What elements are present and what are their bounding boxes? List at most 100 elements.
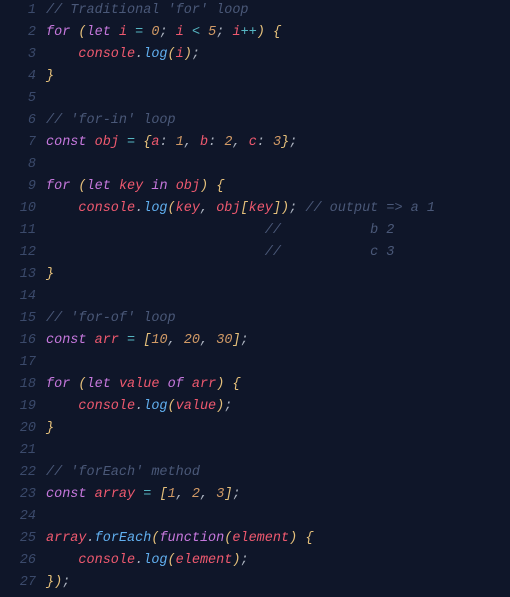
token-yellow: [	[159, 487, 167, 502]
token-op: =	[127, 333, 135, 348]
token-keyword: of	[168, 377, 184, 392]
token-yellow: (	[168, 553, 176, 568]
token-punct: :	[159, 135, 167, 150]
code-line: for (let key in obj) {	[46, 176, 510, 198]
token-punct	[184, 25, 192, 40]
token-punct	[87, 333, 95, 348]
token-keyword: const	[46, 487, 87, 502]
token-ident: arr	[95, 333, 119, 348]
token-punct: ,	[168, 333, 176, 348]
token-keyword: for	[46, 377, 70, 392]
token-num: 0	[151, 25, 159, 40]
token-ident: key	[176, 201, 200, 216]
line-number: 11	[0, 220, 36, 242]
token-punct	[119, 333, 127, 348]
token-func: log	[143, 47, 167, 62]
code-line: const obj = {a: 1, b: 2, c: 3};	[46, 132, 510, 154]
token-ident: i	[232, 25, 240, 40]
line-number: 7	[0, 132, 36, 154]
line-number: 13	[0, 264, 36, 286]
token-op: <	[192, 25, 200, 40]
line-number: 9	[0, 176, 36, 198]
token-punct	[168, 179, 176, 194]
token-ident: console	[78, 47, 135, 62]
token-comment: // 'for-of' loop	[46, 311, 176, 326]
token-punct	[192, 135, 200, 150]
line-number: 3	[0, 44, 36, 66]
token-punct	[265, 135, 273, 150]
code-line: });	[46, 572, 510, 594]
token-yellow: ]	[273, 201, 281, 216]
token-punct	[46, 245, 265, 260]
line-number: 6	[0, 110, 36, 132]
code-line: // 'forEach' method	[46, 462, 510, 484]
token-num: 20	[184, 333, 200, 348]
line-number: 16	[0, 330, 36, 352]
token-num: 3	[273, 135, 281, 150]
token-punct: ,	[176, 487, 184, 502]
token-yellow: }	[46, 69, 54, 84]
token-yellow: [	[241, 201, 249, 216]
token-ident: console	[78, 399, 135, 414]
token-yellow: (	[78, 377, 86, 392]
token-yellow: (	[168, 399, 176, 414]
token-ident: value	[119, 377, 160, 392]
token-punct	[208, 201, 216, 216]
code-line: for (let value of arr) {	[46, 374, 510, 396]
token-yellow: }	[46, 575, 54, 590]
token-keyword: for	[46, 179, 70, 194]
token-punct: ,	[200, 333, 208, 348]
token-ident: i	[176, 25, 184, 40]
token-punct: ;	[289, 135, 297, 150]
token-keyword: for	[46, 25, 70, 40]
token-func: log	[143, 201, 167, 216]
token-punct: :	[257, 135, 265, 150]
line-number: 27	[0, 572, 36, 594]
token-op: ++	[241, 25, 257, 40]
token-comment: // 'forEach' method	[46, 465, 200, 480]
line-number: 25	[0, 528, 36, 550]
token-punct	[168, 25, 176, 40]
token-yellow: (	[168, 47, 176, 62]
code-line: console.log(i);	[46, 44, 510, 66]
token-prop: b	[200, 135, 208, 150]
line-number: 24	[0, 506, 36, 528]
token-punct: ;	[240, 553, 248, 568]
token-yellow: {	[305, 531, 313, 546]
token-ident: key	[249, 201, 273, 216]
line-number: 15	[0, 308, 36, 330]
token-ident: obj	[216, 201, 240, 216]
line-number: 19	[0, 396, 36, 418]
token-num: 2	[192, 487, 200, 502]
token-func: forEach	[95, 531, 152, 546]
token-func: log	[143, 553, 167, 568]
code-area: // Traditional 'for' loopfor (let i = 0;…	[46, 0, 510, 597]
token-punct	[127, 25, 135, 40]
line-number: 22	[0, 462, 36, 484]
token-keyword: const	[46, 135, 87, 150]
line-number: 17	[0, 352, 36, 374]
token-ident: i	[176, 47, 184, 62]
token-yellow: (	[78, 179, 86, 194]
code-line: const array = [1, 2, 3];	[46, 484, 510, 506]
line-number: 1	[0, 0, 36, 22]
token-yellow: {	[216, 179, 224, 194]
token-punct	[46, 399, 78, 414]
code-line: console.log(value);	[46, 396, 510, 418]
token-op: =	[127, 135, 135, 150]
line-number: 4	[0, 66, 36, 88]
token-punct	[168, 135, 176, 150]
code-line	[46, 352, 510, 374]
token-ident: array	[95, 487, 136, 502]
token-num: 1	[168, 487, 176, 502]
token-punct: ;	[224, 399, 232, 414]
token-yellow: )	[184, 47, 192, 62]
token-punct	[265, 25, 273, 40]
token-yellow: {	[273, 25, 281, 40]
token-punct: ;	[192, 47, 200, 62]
code-line: console.log(key, obj[key]); // output =>…	[46, 198, 510, 220]
token-punct	[111, 25, 119, 40]
code-line: // b 2	[46, 220, 510, 242]
code-line: }	[46, 264, 510, 286]
token-yellow: }	[46, 421, 54, 436]
